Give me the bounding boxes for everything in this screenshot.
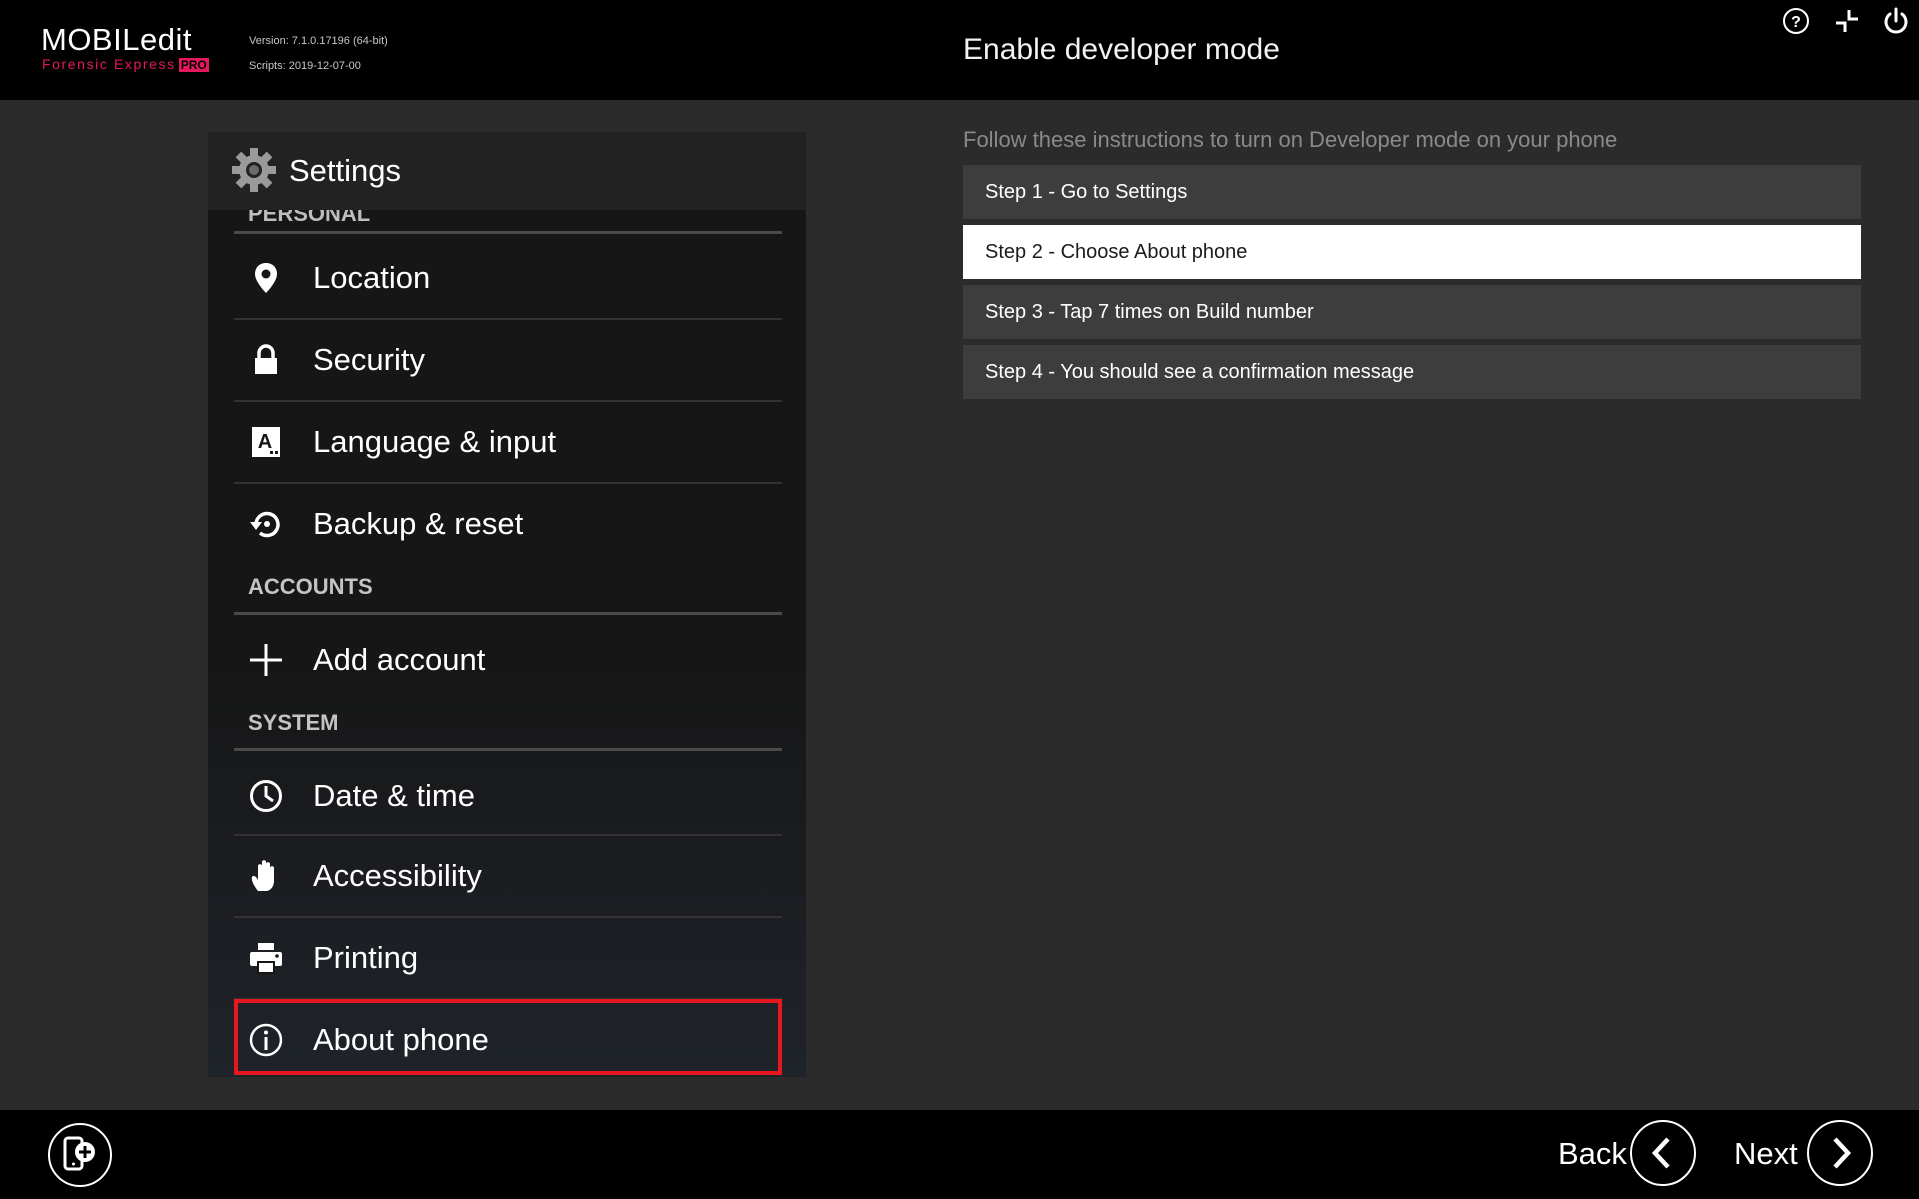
logo-subtitle: Forensic Express PRO xyxy=(42,56,209,72)
settings-screenshot: Settings PERSONAL Location Security A La… xyxy=(208,132,806,1077)
minimize-icon[interactable] xyxy=(1832,6,1862,36)
settings-item-date-time: Date & time xyxy=(234,756,782,836)
location-pin-icon xyxy=(255,263,277,293)
section-divider xyxy=(234,748,782,751)
help-icon[interactable]: ? xyxy=(1781,6,1811,36)
section-system: SYSTEM xyxy=(248,710,339,735)
settings-item-label: Date & time xyxy=(313,778,475,813)
settings-item-location: Location xyxy=(234,238,782,318)
about-phone-highlight xyxy=(234,999,782,1075)
settings-item-security: Security xyxy=(234,320,782,400)
back-circle xyxy=(1630,1120,1696,1186)
settings-header: Settings xyxy=(208,132,806,210)
settings-item-label: Accessibility xyxy=(313,858,482,893)
settings-item-label: Security xyxy=(313,342,425,377)
settings-item-label: Backup & reset xyxy=(313,506,524,541)
step-3[interactable]: Step 3 - Tap 7 times on Build number xyxy=(963,285,1861,339)
version-text: Version: 7.1.0.17196 (64-bit) xyxy=(249,35,388,47)
settings-item-backup: Backup & reset xyxy=(234,484,782,564)
next-button[interactable]: Next xyxy=(1734,1120,1874,1188)
scripts-text: Scripts: 2019-12-07-00 xyxy=(249,60,361,72)
logo-subtitle-text: Forensic Express xyxy=(42,56,176,72)
plus-icon xyxy=(250,644,282,676)
settings-item-label: Printing xyxy=(313,940,419,975)
app-logo: MOBILedit Forensic Express PRO xyxy=(41,22,216,74)
logo-title: MOBILedit xyxy=(41,22,192,57)
section-divider xyxy=(234,612,782,615)
step-1[interactable]: Step 1 - Go to Settings xyxy=(963,165,1861,219)
step-2[interactable]: Step 2 - Choose About phone xyxy=(963,225,1861,279)
add-phone-icon xyxy=(63,1136,95,1171)
settings-item-label: Add account xyxy=(313,642,486,677)
personal-section-clip: PERSONAL xyxy=(208,210,806,230)
chevron-left-icon xyxy=(1651,1137,1670,1169)
backup-restore-icon xyxy=(250,511,280,538)
hand-icon xyxy=(251,860,274,891)
chevron-right-icon xyxy=(1833,1137,1852,1169)
page-title: Enable developer mode xyxy=(963,33,1280,66)
version-info: Version: 7.1.0.17196 (64-bit) Scripts: 2… xyxy=(249,29,388,79)
svg-text:?: ? xyxy=(1791,14,1801,31)
back-label: Back xyxy=(1558,1136,1627,1171)
top-bar: MOBILedit Forensic Express PRO Version: 7… xyxy=(0,0,1919,100)
settings-item-add-account: Add account xyxy=(234,620,782,700)
lock-icon xyxy=(255,344,277,374)
settings-item-label: Location xyxy=(313,260,431,295)
step-4[interactable]: Step 4 - You should see a confirmation m… xyxy=(963,345,1861,399)
settings-item-accessibility: Accessibility xyxy=(234,836,782,916)
svg-text:A: A xyxy=(258,431,272,453)
power-icon[interactable] xyxy=(1881,6,1911,36)
settings-item-label: Language & input xyxy=(313,424,557,459)
logo-pro-badge: PRO xyxy=(178,58,209,72)
instructions-text: Follow these instructions to turn on Dev… xyxy=(963,127,1618,152)
printer-icon xyxy=(250,943,282,974)
section-personal: PERSONAL xyxy=(248,210,371,226)
settings-title: Settings xyxy=(289,153,402,188)
settings-gear-icon xyxy=(232,148,276,192)
back-button[interactable]: Back xyxy=(1558,1120,1696,1188)
settings-item-language: A Language & input xyxy=(234,402,782,482)
section-accounts: ACCOUNTS xyxy=(248,574,373,599)
clock-icon xyxy=(250,780,282,812)
next-circle xyxy=(1807,1120,1873,1186)
bottom-bar: Back Next xyxy=(0,1110,1919,1199)
keyboard-a-icon: A xyxy=(252,427,280,457)
add-device-button[interactable] xyxy=(48,1123,112,1187)
section-divider xyxy=(234,231,782,234)
next-label: Next xyxy=(1734,1136,1798,1171)
settings-item-printing: Printing xyxy=(234,918,782,998)
